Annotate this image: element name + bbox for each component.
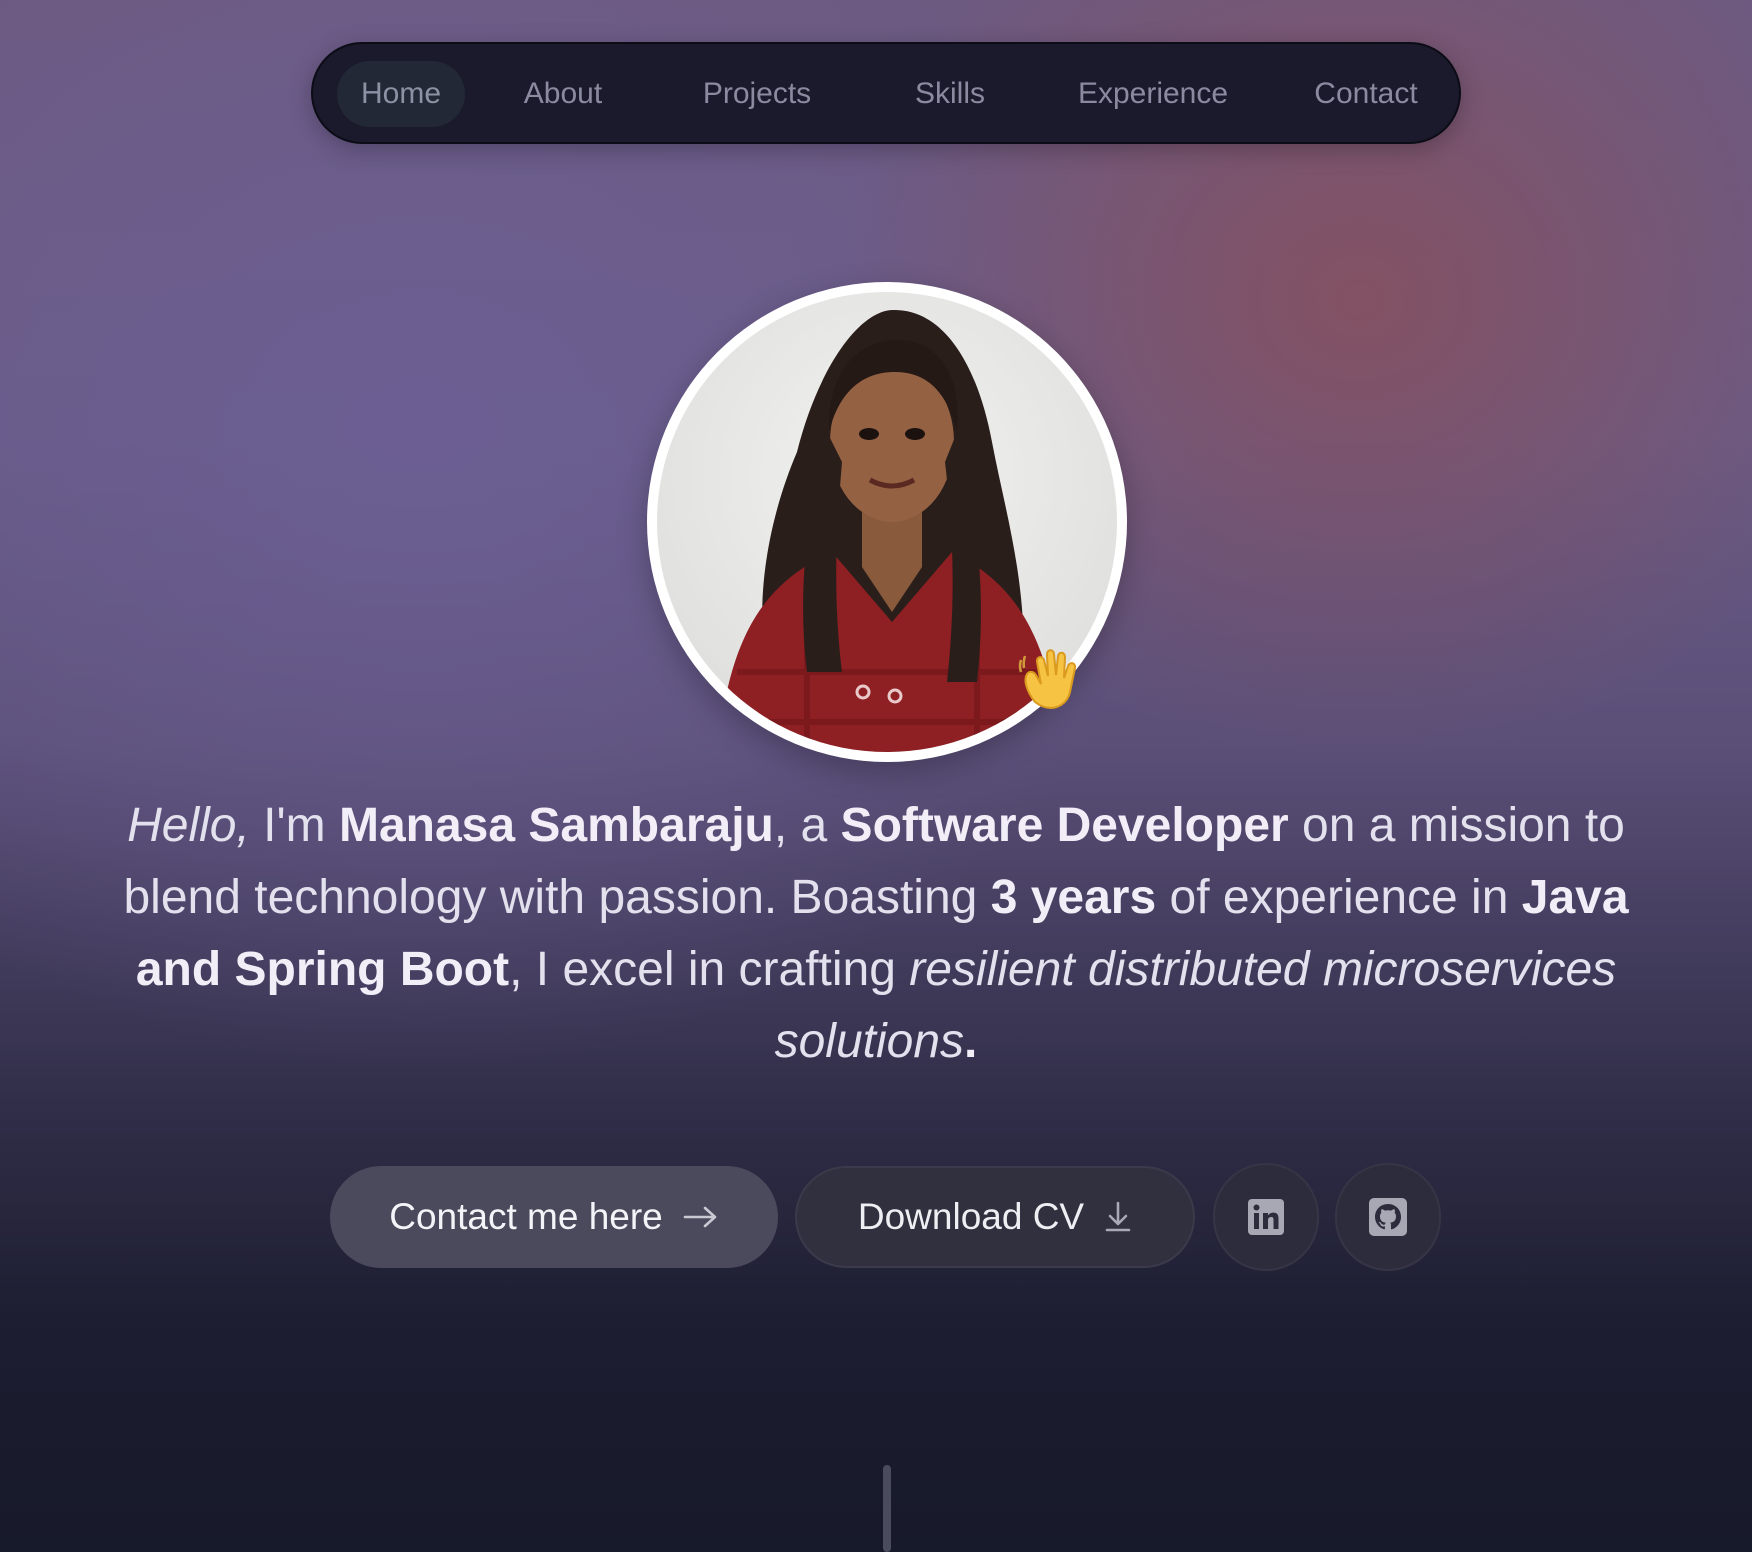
waving-hand-icon xyxy=(1018,649,1077,709)
download-cv-button[interactable]: Download CV xyxy=(795,1166,1195,1268)
nav-item-projects[interactable]: Projects xyxy=(685,61,829,127)
download-icon xyxy=(1104,1201,1132,1233)
nav-item-home[interactable]: Home xyxy=(337,61,465,127)
intro-text: of experience in xyxy=(1156,871,1522,924)
intro-period: . xyxy=(964,1015,978,1068)
nav-item-skills[interactable]: Skills xyxy=(897,61,1003,127)
developer-role: Software Developer xyxy=(840,799,1289,852)
nav-item-about[interactable]: About xyxy=(505,61,621,127)
contact-button-label: Contact me here xyxy=(389,1196,663,1237)
intro-text: , I excel in crafting xyxy=(509,943,910,996)
nav-item-contact[interactable]: Contact xyxy=(1291,61,1441,127)
nav-item-experience[interactable]: Experience xyxy=(1053,61,1253,127)
scroll-indicator xyxy=(883,1465,891,1552)
greeting: Hello, xyxy=(127,799,250,852)
arrow-right-icon xyxy=(683,1205,719,1229)
linkedin-icon xyxy=(1248,1199,1284,1235)
github-icon xyxy=(1369,1198,1407,1236)
years-experience: 3 years xyxy=(990,871,1157,924)
top-navigation: Home About Projects Skills Experience Co… xyxy=(311,42,1461,144)
intro-text: , a xyxy=(773,799,841,852)
github-button[interactable] xyxy=(1335,1163,1441,1271)
avatar-container xyxy=(647,282,1127,762)
developer-name: Manasa Sambaraju xyxy=(338,799,774,852)
intro-paragraph: Hello, I'm Manasa Sambaraju, a Software … xyxy=(112,790,1640,1078)
intro-text: I'm xyxy=(249,799,339,852)
download-cv-label: Download CV xyxy=(857,1196,1085,1237)
linkedin-button[interactable] xyxy=(1213,1163,1319,1271)
contact-button[interactable]: Contact me here xyxy=(330,1166,778,1268)
